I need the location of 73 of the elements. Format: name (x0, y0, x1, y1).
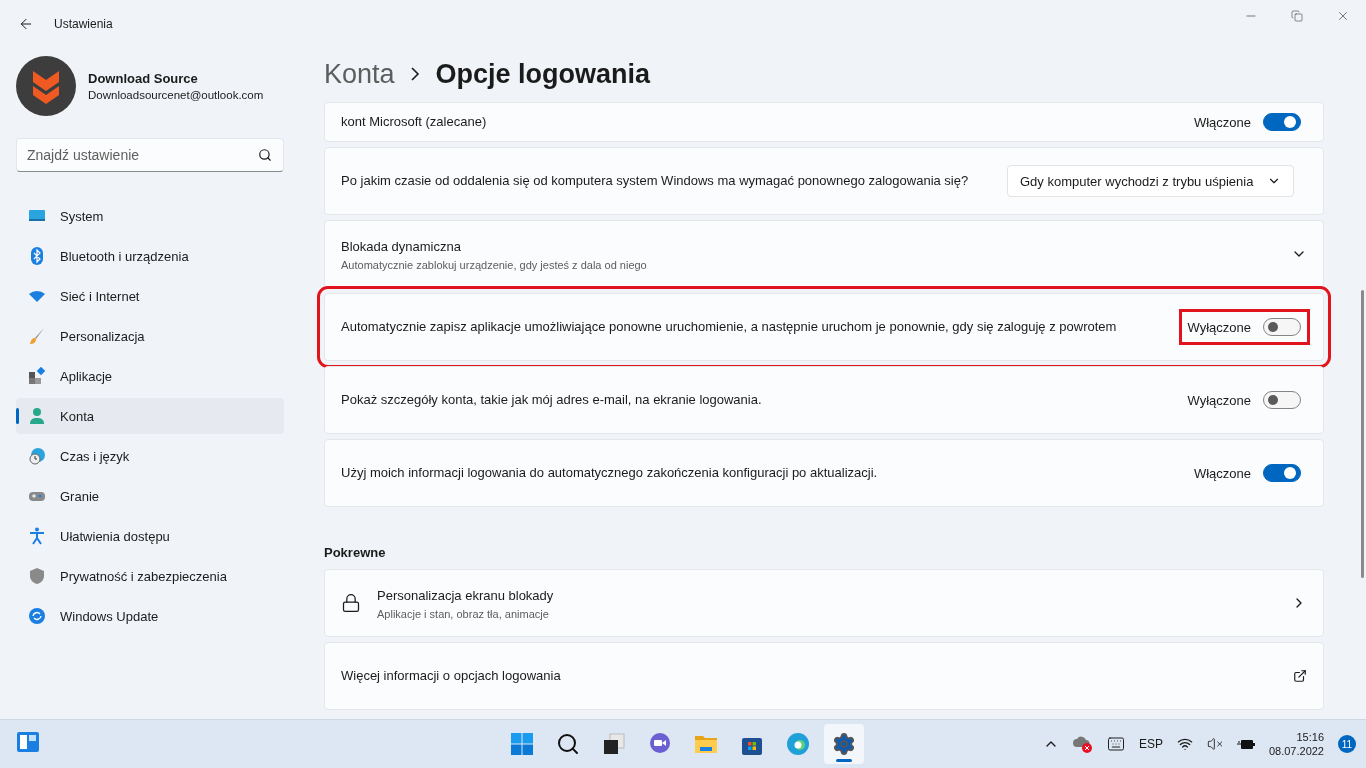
volume-muted-icon[interactable] (1206, 736, 1223, 752)
link-title: Personalizacja ekranu blokady (377, 586, 555, 605)
account-email: Downloadsourcenet@outlook.com (88, 89, 264, 101)
link-description: Aplikacje i stan, obraz tła, animacje (377, 607, 550, 620)
scrollbar-thumb[interactable] (1360, 290, 1364, 578)
update-icon (28, 607, 46, 625)
toggle-state-label: Włączone (1193, 114, 1251, 130)
setting-label: Pokaż szczegóły konta, takie jak mój adres e-mail, na ekranie logowania. (341, 391, 763, 409)
apps-icon (28, 367, 46, 385)
keyboard-icon[interactable] (1106, 735, 1125, 753)
shield-icon (28, 567, 46, 585)
notification-badge[interactable]: 11 (1338, 735, 1356, 753)
bluetooth-icon (28, 247, 46, 265)
nav-item[interactable]: Windows Update (16, 598, 284, 634)
breadcrumb-parent[interactable]: Konta (324, 58, 395, 90)
nav-item[interactable]: Personalizacja (16, 318, 284, 354)
person-icon (28, 407, 46, 425)
link-title: Więcej informacji o opcjach logowania (341, 667, 562, 685)
widgets-icon[interactable] (16, 730, 40, 754)
browser-icon (786, 732, 810, 756)
section-heading: Pokrewne (324, 545, 387, 560)
chat-icon (648, 732, 672, 756)
restore-icon[interactable] (1291, 10, 1303, 22)
globe-clock-icon (28, 447, 46, 465)
wifi-icon[interactable] (1176, 736, 1193, 752)
cloud-error-icon[interactable] (1072, 735, 1093, 753)
task-view-icon (602, 732, 626, 756)
language-indicator[interactable]: ESP (1138, 737, 1163, 751)
link-card[interactable]: Więcej informacji o opcjach logowania (324, 642, 1324, 710)
nav-item[interactable]: Sieć i Internet (16, 278, 284, 314)
page-title: Opcje logowania (435, 58, 651, 90)
lock-screen-icon (341, 593, 361, 613)
accessibility-icon (28, 527, 46, 545)
setting-label: kont Microsoft (zalecane) (341, 113, 488, 131)
clock[interactable]: 15:16 08.07.2022 (1268, 731, 1324, 757)
account-name: Download Source (88, 71, 199, 86)
search-icon (556, 732, 580, 756)
taskbar-app[interactable] (824, 724, 864, 764)
nav-item[interactable]: Konta (16, 398, 284, 434)
setting-label: Po jakim czasie od oddalenia się od komputera system Windows ma wymagać ponownego zalogowania się? (341, 172, 970, 190)
toggle-switch[interactable] (1263, 318, 1301, 336)
external-link-icon (1293, 669, 1307, 683)
battery-charging-icon[interactable] (1236, 737, 1255, 751)
search-icon (258, 148, 272, 162)
window-title: Ustawienia (54, 17, 113, 31)
nav-item[interactable]: Aplikacje (16, 358, 284, 394)
nav-item[interactable]: Bluetooth i urządzenia (16, 238, 284, 274)
avatar-logo (16, 56, 76, 116)
toggle-state-label: Włączone (1193, 465, 1251, 481)
toggle-state-label: Wyłączone (1187, 319, 1251, 335)
dropdown[interactable]: Gdy komputer wychodzi z trybu uśpienia (1007, 165, 1295, 197)
toggle-switch[interactable] (1263, 113, 1301, 131)
toggle-switch[interactable] (1263, 464, 1301, 482)
search-field[interactable]: Znajdź ustawienie (16, 138, 284, 172)
nav-item[interactable]: Czas i język (16, 438, 284, 474)
toggle-switch[interactable] (1263, 391, 1301, 409)
nav-item[interactable]: Granie (16, 478, 284, 514)
setting-description: Automatycznie zablokuj urządzenie, gdy jesteś z dala od niego (341, 258, 648, 271)
nav-item[interactable]: System (16, 198, 284, 234)
nav-item[interactable]: Ułatwienia dostępu (16, 518, 284, 554)
setting-card[interactable]: Blokada dynamiczna Automatycznie zablokuj urządzenie, gdy jesteś z dala od niego (324, 220, 1324, 288)
nav-item[interactable]: Prywatność i zabezpieczenia (16, 558, 284, 594)
settings-icon (832, 732, 856, 756)
link-card[interactable]: Personalizacja ekranu blokady Aplikacje i stan, obraz tła, animacje (324, 569, 1324, 637)
selection-indicator (16, 408, 19, 424)
toggle-state-label: Wyłączone (1187, 392, 1251, 408)
setting-title: Blokada dynamiczna (341, 237, 462, 256)
back-icon[interactable] (18, 16, 34, 32)
setting-label: Automatycznie zapisz aplikacje umożliwiające ponowne uruchomienie, a następnie uruchom je ponownie, gdy się zaloguję z powrotem (341, 318, 1118, 336)
breadcrumb-chevron-icon (410, 67, 420, 81)
windows-logo-icon (510, 732, 534, 756)
setting-label: Użyj moich informacji logowania do automatycznego zakończenia konfiguracji po aktualizacji. (341, 464, 879, 482)
close-icon[interactable] (1336, 9, 1350, 23)
